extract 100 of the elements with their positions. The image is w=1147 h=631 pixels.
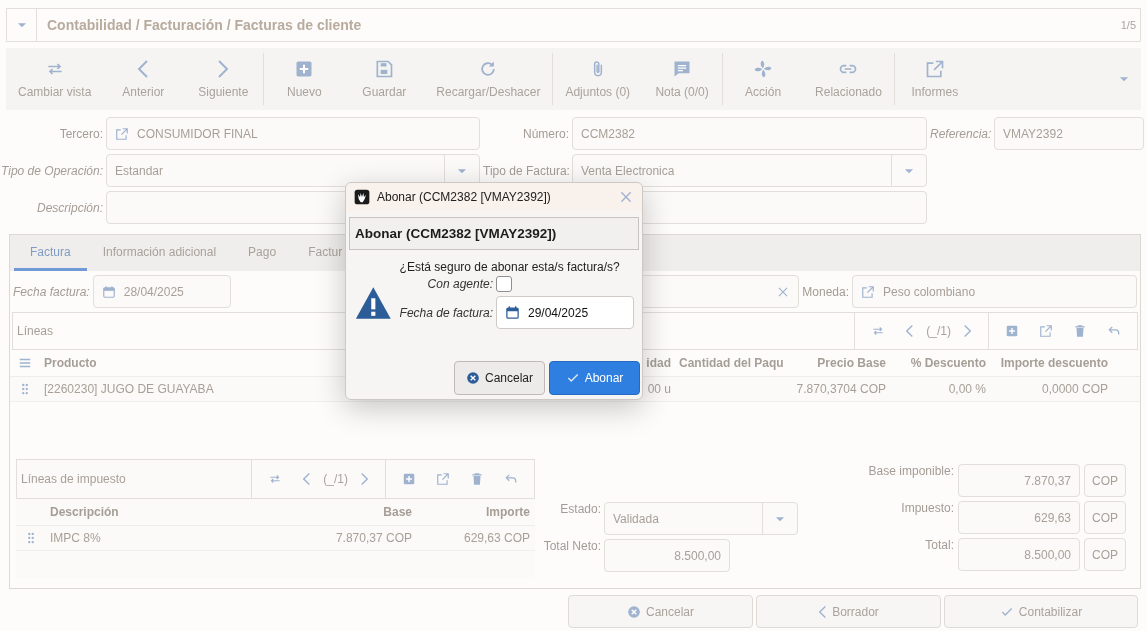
column-header[interactable]: Importe <box>416 505 534 519</box>
status-dropdown[interactable]: Validada <box>604 502 798 535</box>
invoice-type-dropdown[interactable]: Venta Electronica <box>572 154 927 187</box>
swap-icon <box>268 472 283 486</box>
toolbar-button[interactable]: Recargar/Deshacer <box>424 53 553 105</box>
chevron-left-icon <box>302 472 312 486</box>
field-label: Tipo de Operación: <box>0 163 103 178</box>
footer-button[interactable]: Contabilizar <box>944 595 1138 628</box>
field-label: Estado: <box>559 502 601 518</box>
comment-icon <box>672 59 693 79</box>
number-field[interactable]: CCM2382 <box>572 117 927 150</box>
chevron-right-icon <box>217 59 230 79</box>
column-header[interactable]: Base <box>296 505 416 519</box>
swap-icon <box>871 324 886 338</box>
toolbar-button[interactable]: Acción <box>723 53 804 105</box>
field-label: Moneda: <box>802 284 849 299</box>
field-label: Total: <box>924 538 954 554</box>
table-cell-text: 7.870,3704 COP <box>795 382 887 396</box>
tab[interactable]: Factura <box>14 245 87 271</box>
footer-button[interactable]: Borrador <box>756 595 941 628</box>
amount-field: 629,63 <box>958 501 1080 534</box>
calendar-icon <box>101 284 116 299</box>
amount-field: 8.500,00 <box>958 538 1080 571</box>
table-cell-text: 629,63 COP <box>462 531 531 545</box>
external-link-icon <box>115 126 129 141</box>
table-cell-text: 0,0000 COP <box>1040 382 1109 396</box>
chevron-left-icon <box>137 59 150 79</box>
field-label: Fecha de factura: <box>399 305 493 320</box>
toolbar-button[interactable]: Relacionado <box>803 53 894 105</box>
amount-field: 7.870,37 <box>958 464 1080 497</box>
fan-icon <box>753 59 774 79</box>
cancel-button[interactable]: Cancelar <box>454 361 545 395</box>
toolbar-button[interactable]: Informes <box>894 53 975 105</box>
date-field[interactable]: 29/04/2025 <box>496 296 634 329</box>
close-button[interactable] <box>618 189 634 205</box>
column-header[interactable]: Importe descuento <box>990 356 1112 370</box>
table-cell-text: IMPC 8% <box>49 531 102 545</box>
field-label: Total Neto: <box>542 539 601 555</box>
column-header[interactable]: Precio Base <box>785 356 890 370</box>
table-cell-text: 7.870,37 COP <box>334 531 413 545</box>
field-label: Número: <box>522 126 569 141</box>
plus-icon <box>1005 324 1019 338</box>
field-label: Referencia: <box>930 126 991 141</box>
column-header[interactable]: Cantidad del Paqu <box>675 356 785 370</box>
toolbar-button[interactable]: Anterior <box>103 53 184 105</box>
save-icon <box>374 59 395 79</box>
field-label: Impuesto: <box>900 501 954 517</box>
confirm-message: ¿Está seguro de abonar esta/s factura/s? <box>399 260 621 274</box>
field-label: Con agente: <box>426 277 493 291</box>
toolbar-button[interactable]: Nota (0/0) <box>642 53 723 105</box>
close-icon <box>618 189 634 205</box>
toolbar-button[interactable]: Guardar <box>344 53 425 105</box>
column-header[interactable]: Descripción <box>46 505 296 519</box>
menu-icon <box>18 356 32 370</box>
external-link-icon <box>861 284 875 299</box>
cancel-icon <box>466 371 480 385</box>
toolbar-button[interactable]: Siguiente <box>183 53 264 105</box>
chevron-right-icon <box>360 472 369 486</box>
pager-text: (_/1) <box>323 472 348 486</box>
breadcrumb-title: Contabilidad / Facturación / Facturas de cliente <box>46 17 363 33</box>
app-logo-icon <box>354 189 370 205</box>
currency-field[interactable]: Peso colombiano <box>852 275 1137 308</box>
dialog-title: Abonar (CCM2382 [VMAY2392]) <box>377 190 552 204</box>
chevron-left-icon <box>818 604 828 619</box>
trash-icon <box>1073 324 1087 338</box>
third-party-field[interactable]: CONSUMIDOR FINAL <box>106 117 480 150</box>
agent-checkbox[interactable] <box>496 276 512 292</box>
plus-icon <box>294 59 315 79</box>
tab[interactable]: Información adicional <box>86 245 233 271</box>
external-link-icon <box>436 472 450 486</box>
footer-button[interactable]: Cancelar <box>568 595 753 628</box>
undo-icon <box>1107 324 1121 338</box>
confirm-button[interactable]: Abonar <box>549 361 640 395</box>
column-header[interactable]: % Descuento <box>890 356 990 370</box>
table-cell-text: 0,00 % <box>947 382 987 396</box>
trash-icon <box>470 472 484 486</box>
external-link-icon <box>1039 324 1053 338</box>
record-counter: 1/5 <box>1120 19 1137 31</box>
field-label: Base imponible: <box>867 464 954 480</box>
panel-title: Líneas de impuesto <box>21 472 126 486</box>
net-total-field: 8.500,00 <box>604 539 730 572</box>
toolbar-button[interactable]: Adjuntos (0) <box>553 53 643 105</box>
reference-field[interactable]: VMAY2392 <box>994 117 1144 150</box>
currency-unit-field: COP <box>1084 464 1126 497</box>
field-label: Fecha factura: <box>13 284 90 299</box>
table-cell-text: 00 u <box>646 382 672 396</box>
chevron-right-icon <box>963 324 972 338</box>
date-field[interactable]: 28/04/2025 <box>92 275 231 308</box>
undo-icon <box>504 472 518 486</box>
field-label: Tipo de Factura: <box>483 163 569 178</box>
table-cell-text: [2260230] JUGO DE GUAYABA <box>43 382 215 396</box>
tab[interactable]: Pago <box>232 245 293 271</box>
toolbar-button[interactable]: Nuevo <box>264 53 345 105</box>
calendar-icon <box>505 305 520 320</box>
operation-type-dropdown[interactable]: Estandar <box>106 154 480 187</box>
toolbar-button[interactable]: Cambiar vista <box>6 53 104 105</box>
dialog-heading: Abonar (CCM2382 [VMAY2392]) <box>349 217 639 250</box>
chevron-left-icon <box>905 324 915 338</box>
plus-icon <box>402 472 416 486</box>
panel-title: Líneas <box>17 324 54 338</box>
